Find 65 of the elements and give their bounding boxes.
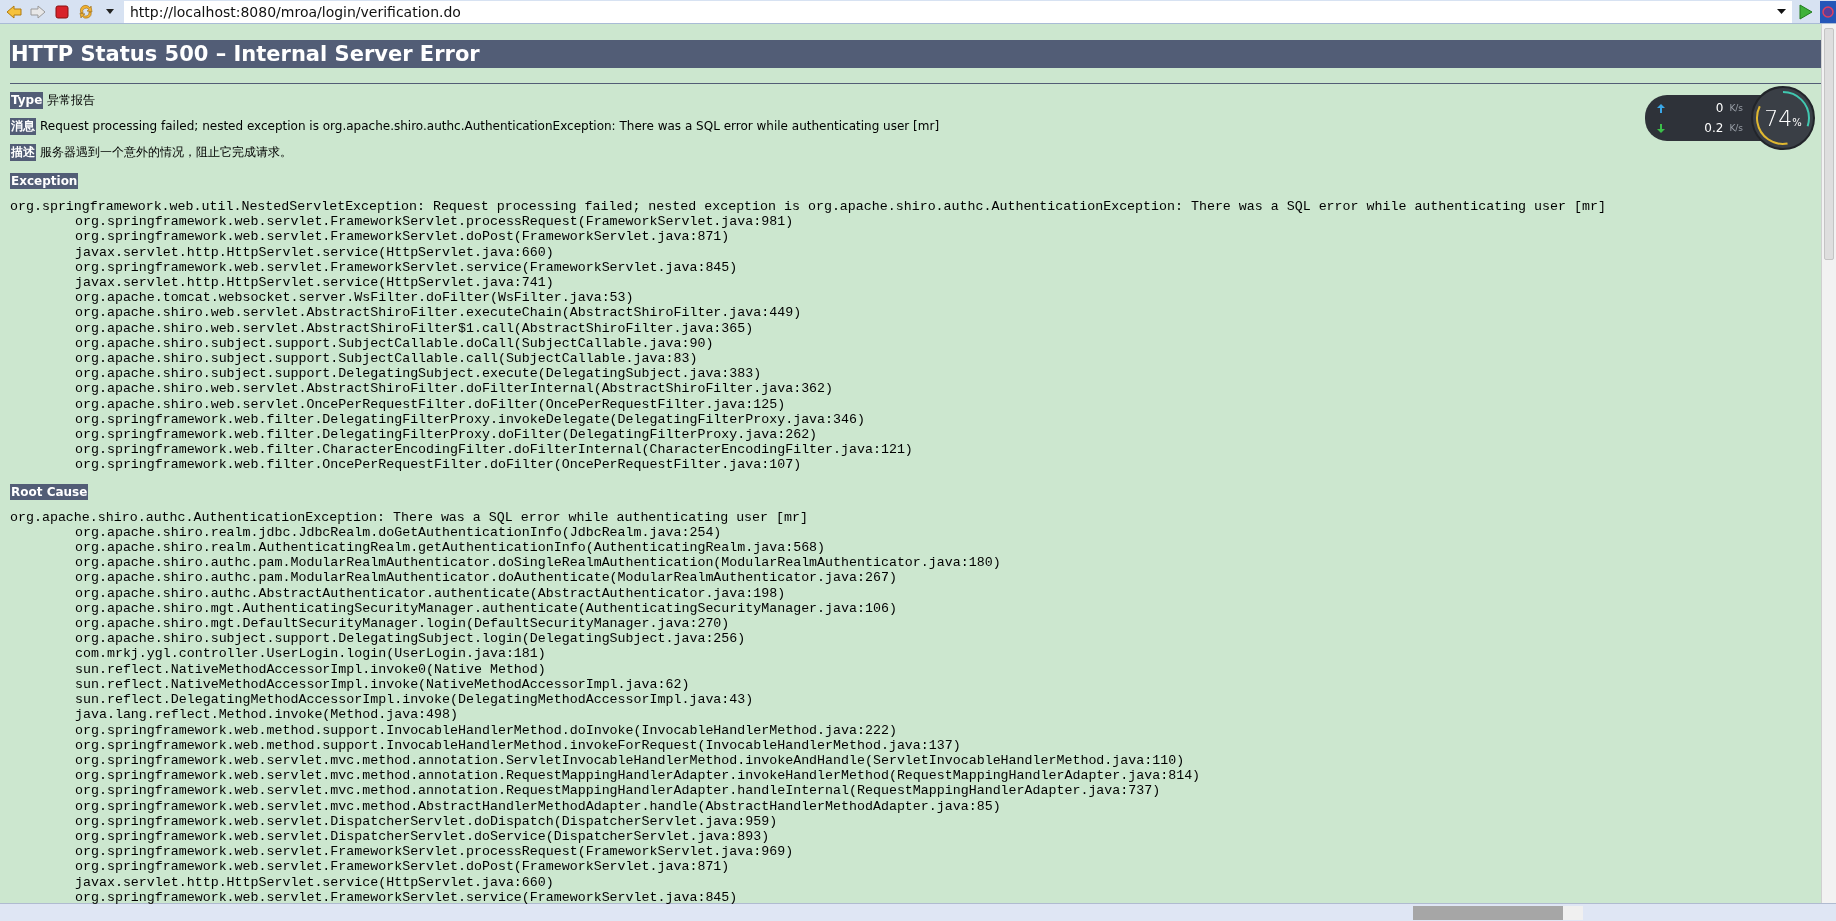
stack-frame: org.apache.shiro.realm.AuthenticatingRealm.getAuthenticationInfo(AuthenticatingRealm.java:568) — [10, 540, 1821, 556]
stack-frame: org.apache.shiro.subject.support.DelegatingSubject.execute(DelegatingSubject.java:383) — [10, 366, 1821, 382]
download-arrow-icon — [1657, 123, 1665, 133]
stack-frame: org.apache.shiro.mgt.DefaultSecurityManager.login(DefaultSecurityManager.java:270) — [10, 616, 1821, 632]
usage-percent: 74 — [1764, 105, 1793, 131]
stack-frame: org.apache.shiro.authc.AbstractAuthenticator.authenticate(AbstractAuthenticator.java:198) — [10, 585, 1821, 601]
stack-frame: org.springframework.web.servlet.FrameworkServlet.doPost(FrameworkServlet.java:871) — [10, 229, 1821, 245]
exception-line: org.apache.shiro.authc.AuthenticationException: There was a SQL error while authenticating user [mr] — [10, 509, 809, 525]
stack-frame: org.springframework.web.servlet.mvc.method.annotation.ServletInvocableHandlerMethod.invokeAndHandle(ServletInvocableHandlerMethod.java:110) — [10, 752, 1821, 769]
stack-frame: org.apache.shiro.realm.jdbc.JdbcRealm.doGetAuthenticationInfo(JdbcRealm.java:254) — [10, 524, 1821, 541]
stack-frame: org.apache.shiro.web.servlet.AbstractShiroFilter.executeChain(AbstractShiroFilter.java:449) — [10, 305, 1821, 321]
stack-frame: org.apache.shiro.authc.pam.ModularRealmAuthenticator.doAuthenticate(ModularRealmAuthenticator.java:267) — [10, 570, 1821, 586]
speed-unit: K/s — [1729, 103, 1743, 113]
stack-frame: org.springframework.web.filter.DelegatingFilterProxy.invokeDelegate(DelegatingFilterProxy.java:346) — [10, 411, 1821, 428]
history-dropdown-button[interactable] — [1770, 0, 1792, 23]
stack-frame: org.apache.shiro.subject.support.DelegatingSubject.login(DelegatingSubject.java:256) — [10, 631, 1821, 647]
stack-frame: org.apache.tomcat.websocket.server.WsFilter.doFilter(WsFilter.java:53) — [10, 290, 1821, 306]
stack-frame: org.apache.shiro.subject.support.SubjectCallable.doCall(SubjectCallable.java:90) — [10, 335, 1821, 352]
stack-frame: org.apache.shiro.web.servlet.AbstractShiroFilter$1.call(AbstractShiroFilter.java:365) — [10, 320, 1821, 336]
download-speed: 0.2 — [1704, 121, 1724, 135]
stack-frame: org.springframework.web.method.support.InvocableHandlerMethod.doInvoke(InvocableHandlerMethod.java:222) — [10, 722, 1821, 738]
stack-frame: org.springframework.web.servlet.DispatcherServlet.doService(DispatcherServlet.java:893) — [10, 828, 1821, 845]
section-heading: Exception — [10, 173, 79, 189]
field-label: 消息 — [10, 118, 36, 135]
app-icon[interactable] — [1820, 0, 1836, 23]
stack-frame: javax.servlet.http.HttpServlet.service(HttpServlet.java:660) — [10, 244, 1821, 260]
stack-frame: org.springframework.web.filter.DelegatingFilterProxy.doFilter(DelegatingFilterProxy.java:262) — [10, 427, 1821, 443]
stack-frame: org.apache.shiro.web.servlet.OncePerRequestFilter.doFilter(OncePerRequestFilter.java:125) — [10, 396, 1821, 412]
stack-frame: org.springframework.web.servlet.mvc.method.annotation.RequestMappingHandlerAdapter.invokeHandlerMethod(RequestMappingHandlerAdapter.java:814) — [10, 768, 1821, 784]
stack-frame: sun.reflect.DelegatingMethodAccessorImpl.invoke(DelegatingMethodAccessorImpl.java:43) — [10, 692, 1821, 708]
field-label: Type — [10, 92, 44, 109]
stack-frame: org.springframework.web.filter.OncePerRequestFilter.doFilter(OncePerRequestFilter.java:107) — [10, 457, 1821, 473]
stack-frame: com.mrkj.ygl.controller.UserLogin.login(UserLogin.java:181) — [10, 646, 1821, 662]
stack-frame: org.springframework.web.servlet.FrameworkServlet.service(FrameworkServlet.java:845) — [10, 259, 1821, 275]
stack-frame: org.springframework.web.servlet.mvc.method.AbstractHandlerMethodAdapter.handle(AbstractHandlerMethodAdapter.java:85) — [10, 798, 1821, 814]
stack-frame: org.springframework.web.filter.CharacterEncodingFilter.doFilterInternal(CharacterEncodingFilter.java:121) — [10, 442, 1821, 458]
stack-frame: org.springframework.web.method.support.InvocableHandlerMethod.invokeForRequest(InvocableHandlerMethod.java:137) — [10, 737, 1821, 753]
caret-icon — [1776, 9, 1786, 14]
stack-frame: org.springframework.web.servlet.FrameworkServlet.processRequest(FrameworkServlet.java:969) — [10, 844, 1821, 860]
address-field[interactable]: http://localhost:8080/mroa/login/verification.do — [124, 0, 1770, 23]
section-heading: Root Cause — [10, 483, 89, 500]
stack-frame: org.apache.shiro.subject.support.SubjectCallable.call(SubjectCallable.java:83) — [10, 351, 1821, 367]
stack-frame: org.springframework.web.servlet.DispatcherServlet.doDispatch(DispatcherServlet.java:959) — [10, 813, 1821, 829]
field-value: 服务器遇到一个意外的情况，阻止它完成请求。 — [40, 144, 292, 161]
speed-unit: K/s — [1729, 123, 1743, 133]
stack-frame: javax.servlet.http.HttpServlet.service(HttpServlet.java:741) — [10, 275, 1821, 291]
field-value: Request processing failed; nested exception is org.apache.shiro.authc.AuthenticationException: There was a SQL error while authenticating user [mr] — [40, 118, 940, 135]
stack-frame: org.springframework.web.servlet.mvc.method.annotation.RequestMappingHandlerAdapter.handleInternal(RequestMappingHandlerAdapter.java:737) — [10, 783, 1821, 799]
stack-frame: org.apache.shiro.authc.pam.ModularRealmAuthenticator.doSingleRealmAuthentication(ModularRealmAuthenticator.java:180) — [10, 555, 1821, 571]
upload-speed: 0 — [1715, 101, 1724, 115]
stack-frame: org.springframework.web.servlet.FrameworkServlet.service(FrameworkServlet.java:845) — [10, 889, 1821, 905]
field-label: 描述 — [10, 144, 36, 161]
stack-frame: org.springframework.web.servlet.FrameworkServlet.processRequest(FrameworkServlet.java:981) — [10, 214, 1821, 230]
stack-frame: sun.reflect.NativeMethodAccessorImpl.invoke0(Native Method) — [10, 661, 1821, 677]
page-title: HTTP Status 500 – Internal Server Error — [10, 40, 1821, 68]
percent-sign: % — [1792, 116, 1802, 128]
stack-frame: org.apache.shiro.web.servlet.AbstractShiroFilter.doFilterInternal(AbstractShiroFilter.java:362) — [10, 381, 1821, 397]
exception-line: org.springframework.web.util.NestedServletException: Request processing failed; nested exception is org.apache.shiro.authc.AuthenticationException: There was a SQL error while authenticating user [mr] — [10, 199, 1607, 215]
field-value: 异常报告 — [47, 92, 96, 109]
stack-frame: java.lang.reflect.Method.invoke(Method.java:498) — [10, 707, 1821, 723]
stack-frame: org.apache.shiro.mgt.AuthenticatingSecurityManager.authenticate(AuthenticatingSecurityManager.java:106) — [10, 600, 1821, 617]
upload-arrow-icon — [1657, 103, 1665, 113]
stack-frame: sun.reflect.NativeMethodAccessorImpl.invoke(NativeMethodAccessorImpl.java:62) — [10, 676, 1821, 693]
stack-frame: org.springframework.web.servlet.FrameworkServlet.doPost(FrameworkServlet.java:871) — [10, 859, 1821, 875]
stack-frame: javax.servlet.http.HttpServlet.service(HttpServlet.java:660) — [10, 874, 1821, 890]
